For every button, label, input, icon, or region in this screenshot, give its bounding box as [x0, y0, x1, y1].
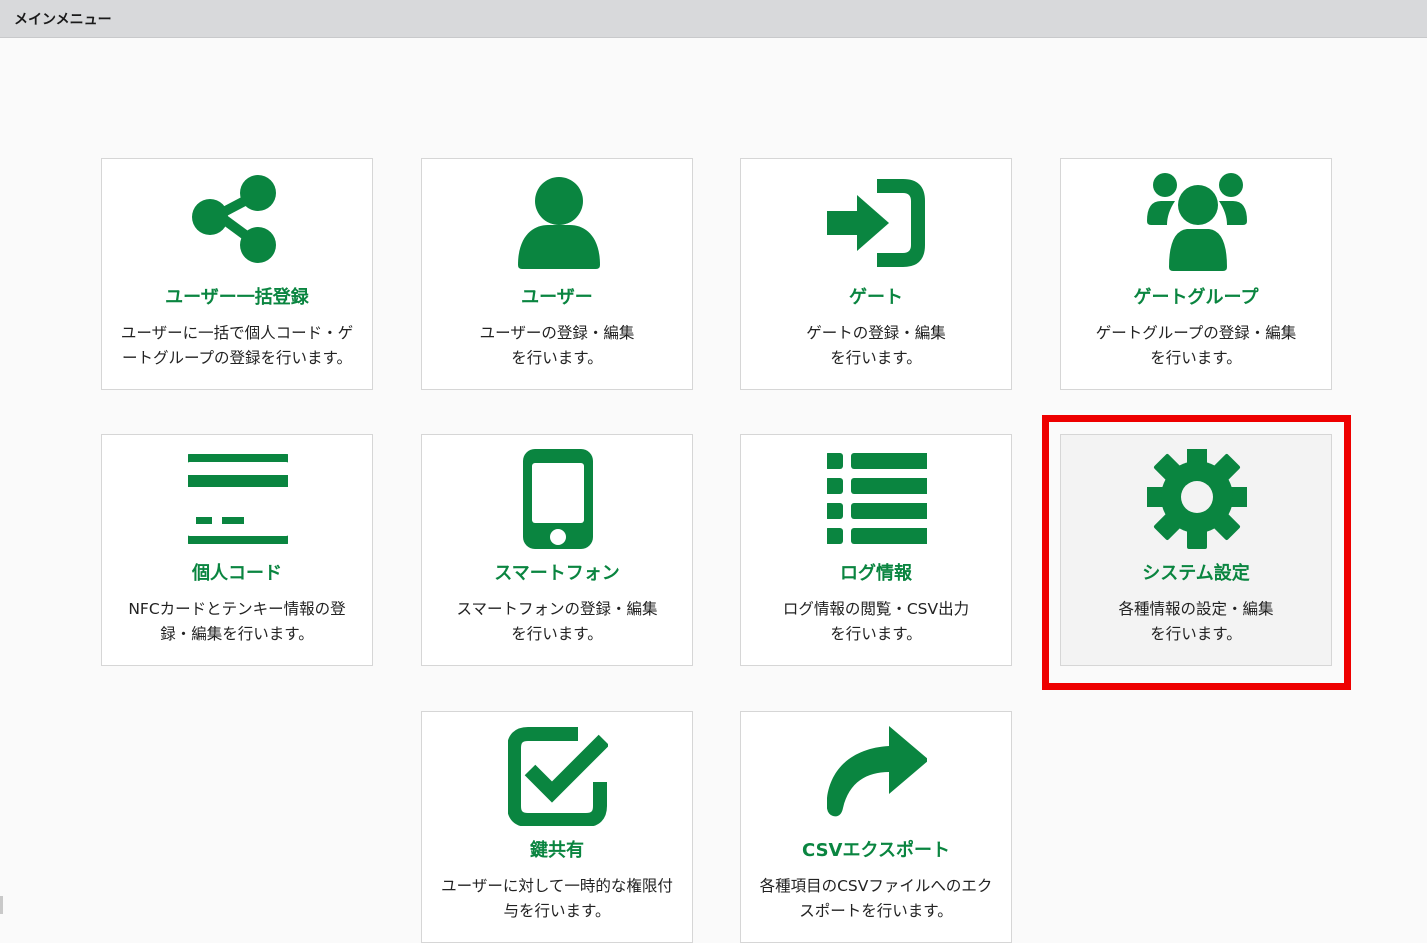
- sign-in-icon: [827, 173, 927, 273]
- share-arrow-icon: [827, 726, 927, 826]
- tile-label: 鍵共有: [530, 840, 584, 861]
- tile-description: スマートフォンの登録・編集 を行います。: [456, 600, 658, 643]
- user-icon: [508, 173, 608, 273]
- tile-description: ゲートの登録・編集 を行います。: [806, 324, 946, 367]
- window-title: メインメニュー: [14, 12, 112, 28]
- credit-card-icon: [188, 449, 288, 549]
- users-icon: [1147, 173, 1247, 273]
- window-titlebar: メインメニュー: [0, 0, 1427, 38]
- tile-description: ユーザーの登録・編集 を行います。: [479, 324, 635, 367]
- tile-user-bulk-registration[interactable]: ユーザー一括登録 ユーザーに一括で個人コード・ゲ ートグループの登録を行います。: [101, 158, 373, 390]
- tile-description: ゲートグループの登録・編集 を行います。: [1095, 324, 1297, 367]
- main-menu-content: ユーザー一括登録 ユーザーに一括で個人コード・ゲ ートグループの登録を行います。 …: [0, 38, 1427, 943]
- tile-gate[interactable]: ゲート ゲートの登録・編集 を行います。: [740, 158, 1012, 390]
- tile-user[interactable]: ユーザー ユーザーの登録・編集 を行います。: [421, 158, 693, 390]
- tile-personal-code[interactable]: 個人コード NFCカードとテンキー情報の登 録・編集を行います。: [101, 434, 373, 666]
- mobile-phone-icon: [508, 449, 608, 549]
- tile-label: ユーザー: [521, 287, 593, 308]
- tile-system-settings[interactable]: システム設定 各種情報の設定・編集 を行います。: [1060, 434, 1332, 666]
- tile-description: 各種項目のCSVファイルへのエク スポートを行います。: [759, 877, 993, 920]
- tile-label: システム設定: [1142, 563, 1250, 584]
- tile-label: ゲートグループ: [1133, 287, 1259, 308]
- tile-label: ログ情報: [840, 563, 912, 584]
- tile-label: スマートフォン: [494, 563, 620, 584]
- share-icon: [188, 173, 288, 273]
- tile-label: 個人コード: [192, 563, 282, 584]
- tile-smartphone[interactable]: スマートフォン スマートフォンの登録・編集 を行います。: [421, 434, 693, 666]
- tile-csv-export[interactable]: CSVエクスポート 各種項目のCSVファイルへのエク スポートを行います。: [740, 711, 1012, 943]
- window-edge-marker: [0, 896, 3, 914]
- tile-description: ユーザーに対して一時的な権限付 与を行います。: [441, 877, 673, 920]
- list-icon: [827, 449, 927, 549]
- tile-key-sharing[interactable]: 鍵共有 ユーザーに対して一時的な権限付 与を行います。: [421, 711, 693, 943]
- tile-label: CSVエクスポート: [802, 840, 950, 861]
- tile-gate-group[interactable]: ゲートグループ ゲートグループの登録・編集 を行います。: [1060, 158, 1332, 390]
- tile-description: NFCカードとテンキー情報の登 録・編集を行います。: [128, 600, 346, 643]
- tile-log-info[interactable]: ログ情報 ログ情報の閲覧・CSV出力 を行います。: [740, 434, 1012, 666]
- tile-label: ゲート: [849, 287, 903, 308]
- tile-description: ユーザーに一括で個人コード・ゲ ートグループの登録を行います。: [120, 324, 354, 367]
- tile-label: ユーザー一括登録: [165, 287, 309, 308]
- gear-icon: [1147, 449, 1247, 549]
- tile-description: ログ情報の閲覧・CSV出力 を行います。: [782, 600, 970, 643]
- checkbox-icon: [508, 726, 608, 826]
- tile-description: 各種情報の設定・編集 を行います。: [1118, 600, 1274, 643]
